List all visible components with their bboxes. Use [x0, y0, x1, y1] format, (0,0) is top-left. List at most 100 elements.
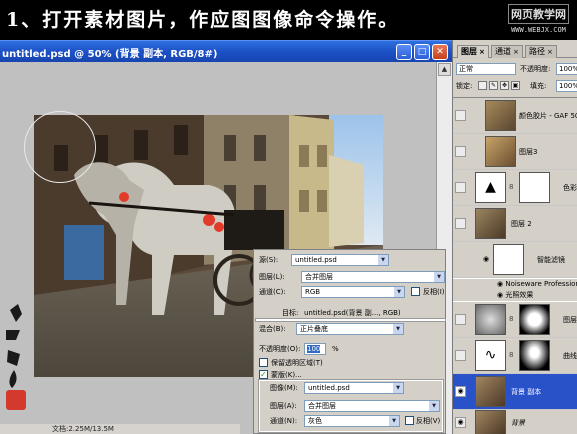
- visibility-icon[interactable]: ◉: [455, 417, 466, 428]
- document-size-status: 文档:2.25M/13.5M: [52, 425, 114, 433]
- mask-image-row: 图像(M): untitled.psd: [254, 381, 447, 395]
- lock-row: 锁定: ✎ ✥ ▣ 填充: 100%: [453, 79, 577, 93]
- visibility-icon[interactable]: ◉: [455, 386, 466, 397]
- visibility-icon[interactable]: [455, 218, 466, 229]
- document-titlebar[interactable]: untitled.psd @ 50% (背景 副本, RGB/8#) _ □ ✕: [0, 40, 452, 62]
- mask-image-select[interactable]: untitled.psd: [304, 382, 404, 394]
- maximize-button[interactable]: □: [414, 44, 430, 60]
- layer-thumbnail: [475, 208, 506, 239]
- opacity-input[interactable]: 100: [304, 343, 326, 355]
- lock-position-icon[interactable]: ✥: [500, 81, 509, 90]
- layer-row[interactable]: 8 图层: [453, 302, 577, 338]
- layer-thumbnail: [475, 376, 506, 407]
- channel-select[interactable]: RGB: [301, 286, 405, 298]
- opacity-label: 不透明度(O):: [259, 345, 301, 353]
- opacity-row: 不透明度(O): 100 %: [254, 342, 447, 356]
- lock-image-icon[interactable]: ✎: [489, 81, 498, 90]
- layer-name: 背景: [511, 419, 525, 427]
- layer-row[interactable]: 图层 2: [453, 206, 577, 242]
- divider: [255, 318, 446, 322]
- mask-channel-select[interactable]: 灰色: [304, 415, 400, 427]
- smart-filter-row[interactable]: ◉ 智能滤镜: [453, 242, 577, 278]
- channel-label: 通道(C):: [259, 288, 286, 296]
- adjustment-icon: ▲: [475, 172, 506, 203]
- blending-label: 混合(B):: [259, 325, 286, 333]
- tab-channels-label: 通道: [495, 47, 511, 56]
- blend-mode-select[interactable]: 正常: [456, 63, 516, 75]
- visibility-icon[interactable]: [455, 110, 466, 121]
- watermark-line1: 网页教学网: [508, 4, 569, 24]
- opacity-label: 不透明度:: [520, 65, 551, 73]
- layers-panel: 图层× 通道× 路径× 正常 不透明度: 100% 锁定: ✎ ✥ ▣ 填充: …: [452, 40, 577, 434]
- source-row: 源(S): untitled.psd: [254, 253, 447, 267]
- link-icon: 8: [509, 315, 514, 323]
- link-icon: 8: [509, 351, 514, 359]
- tab-channels[interactable]: 通道 ×: [491, 45, 523, 58]
- layer-thumbnail: [475, 304, 506, 335]
- blending-select[interactable]: 正片叠底: [296, 323, 404, 335]
- layer-name: 曲线: [563, 352, 577, 360]
- site-watermark: 网页教学网 WWW.WEBJX.COM: [502, 2, 575, 40]
- filter-name: Noiseware Professional: [505, 280, 577, 288]
- target-row: 目标: untitled.psd(背景 副..., RGB): [254, 306, 447, 320]
- layer-thumbnail: [475, 410, 506, 434]
- lock-label: 锁定:: [456, 82, 473, 90]
- layer-row[interactable]: 图层3: [453, 134, 577, 170]
- layer-label: 图层(L):: [259, 273, 285, 281]
- layer-list: 颜色胶片 - GAF 50 图层3 ▲ 8 色彩 图层 2 ◉ 智能滤镜 ◉ N…: [453, 97, 577, 434]
- layer-row[interactable]: 颜色胶片 - GAF 50: [453, 98, 577, 134]
- source-select[interactable]: untitled.psd: [291, 254, 389, 266]
- tab-close-icon[interactable]: ×: [479, 48, 485, 56]
- mask-layer-select[interactable]: 合并图层: [304, 400, 440, 412]
- tab-paths-label: 路径: [529, 47, 545, 56]
- layer-row[interactable]: ▲ 8 色彩: [453, 170, 577, 206]
- invert-checkbox[interactable]: [411, 287, 420, 296]
- tab-paths[interactable]: 路径 ×: [525, 45, 557, 58]
- scroll-up-arrow-icon[interactable]: ▲: [438, 63, 451, 76]
- filter-name: 光照效果: [505, 291, 534, 299]
- layer-name: 色彩: [563, 184, 577, 192]
- layer-row: 图层(L): 合并图层: [254, 270, 447, 284]
- layer-name: 图层: [563, 316, 577, 324]
- filter-icon: ◉: [483, 255, 490, 263]
- layer-name: 背景 副本: [511, 388, 542, 396]
- layer-row[interactable]: ◉ 背景: [453, 410, 577, 434]
- curves-icon: ∿: [475, 340, 506, 371]
- opacity-value: 100: [307, 345, 321, 353]
- lock-all-icon[interactable]: ▣: [511, 81, 520, 90]
- mask-checkbox[interactable]: [259, 368, 268, 382]
- tab-close-icon[interactable]: ×: [513, 48, 519, 56]
- visibility-icon[interactable]: [455, 146, 466, 157]
- tab-layers[interactable]: 图层 ×: [457, 45, 489, 58]
- mask-invert-checkbox[interactable]: [405, 416, 414, 425]
- fill-input[interactable]: 100%: [556, 80, 577, 92]
- lock-transparent-icon[interactable]: [478, 81, 487, 90]
- tab-close-icon[interactable]: ×: [547, 48, 553, 56]
- mask-channel-row: 通道(N): 灰色 反相(V): [254, 414, 447, 428]
- visibility-icon[interactable]: [455, 182, 466, 193]
- tab-layers-label: 图层: [461, 47, 477, 56]
- layer-mask-thumbnail: [519, 340, 550, 371]
- source-label: 源(S):: [259, 256, 279, 264]
- layer-mask-thumbnail: [519, 304, 550, 335]
- smart-filter-item[interactable]: ◉ Noiseware Professional: [453, 279, 577, 290]
- mask-layer-row: 图层(A): 合并图层: [254, 399, 447, 413]
- visibility-icon[interactable]: [455, 314, 466, 325]
- filter-eye-icon[interactable]: ◉: [497, 291, 503, 299]
- layer-select[interactable]: 合并图层: [301, 271, 445, 283]
- banner-title: 1、打开素材图片，作应图图像命令操作。: [6, 9, 400, 31]
- panel-tabs: 图层 × 通道 × 路径 ×: [453, 45, 577, 58]
- brush-cursor: [24, 111, 96, 183]
- preserve-transparency-checkbox[interactable]: [259, 358, 268, 367]
- layer-row-selected[interactable]: ◉ 背景 副本: [453, 374, 577, 410]
- close-button[interactable]: ✕: [432, 44, 448, 60]
- smart-filter-item[interactable]: ◉ 光照效果: [453, 290, 577, 301]
- minimize-button[interactable]: _: [396, 44, 412, 60]
- mask-layer-label: 图层(A):: [270, 402, 297, 410]
- layer-row[interactable]: ∿ 8 曲线: [453, 338, 577, 374]
- opacity-input[interactable]: 100%: [556, 63, 577, 75]
- fill-label: 填充:: [530, 82, 547, 90]
- filter-eye-icon[interactable]: ◉: [497, 280, 503, 288]
- visibility-icon[interactable]: [455, 350, 466, 361]
- layer-thumbnail: [485, 136, 516, 167]
